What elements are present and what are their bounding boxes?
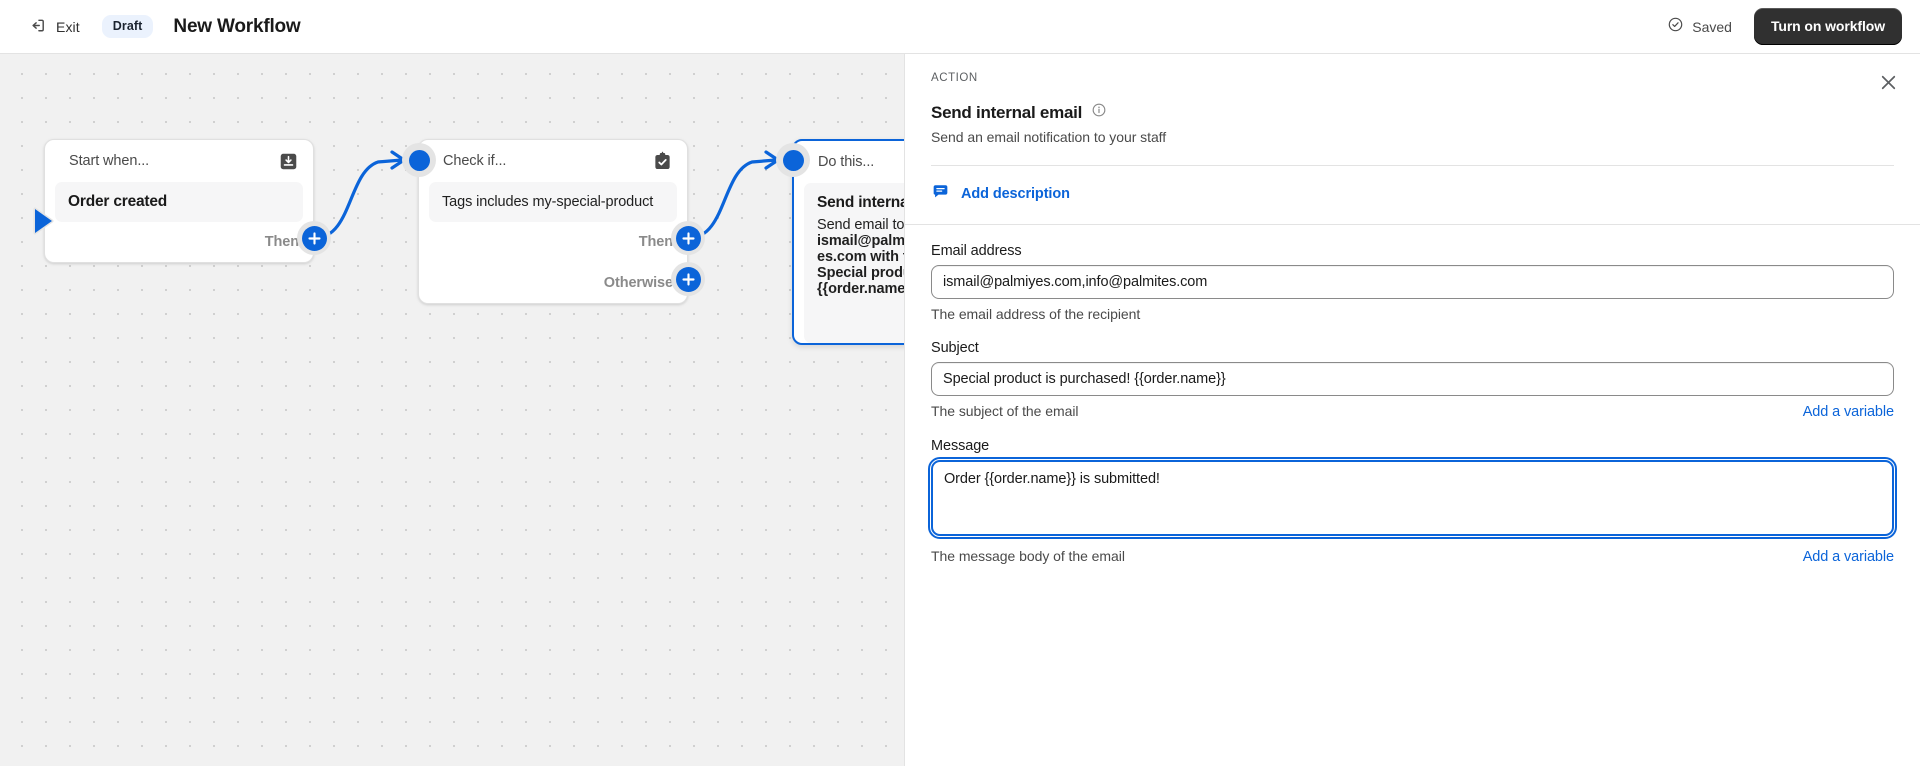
- turn-on-workflow-button[interactable]: Turn on workflow: [1753, 8, 1902, 45]
- plus-icon: [301, 225, 327, 251]
- info-circle-icon[interactable]: [1091, 102, 1107, 123]
- clipboard-check-icon: [652, 151, 673, 172]
- node-trigger-title: Start when...: [69, 153, 150, 169]
- node-trigger[interactable]: Start when... Order created Then: [44, 139, 314, 263]
- node-condition-title: Check if...: [443, 153, 507, 169]
- branch-label-then: Then: [264, 234, 299, 250]
- message-textarea[interactable]: [928, 457, 1897, 539]
- exit-button[interactable]: Exit: [20, 10, 88, 44]
- circle-node-icon: [408, 149, 430, 171]
- message-footer: The message body of the email Add a vari…: [931, 548, 1894, 565]
- panel-header: ACTION Send internal email Send an email…: [905, 54, 1920, 166]
- plus-icon: [675, 225, 701, 251]
- circle-node-icon: [782, 149, 804, 171]
- subject-input[interactable]: [931, 362, 1894, 396]
- panel-subtitle: Send an email notification to your staff: [931, 129, 1167, 145]
- page-title: New Workflow: [173, 15, 301, 37]
- action-settings-panel: ACTION Send internal email Send an email…: [904, 54, 1920, 766]
- email-address-help: The email address of the recipient: [931, 306, 1141, 322]
- top-bar-left: Exit Draft New Workflow: [20, 10, 301, 44]
- branch-label-otherwise: Otherwise: [603, 274, 673, 291]
- node-condition-branch-otherwise: Otherwise: [419, 262, 687, 303]
- subject-add-variable-link[interactable]: Add a variable: [1803, 404, 1894, 420]
- node-trigger-branch-then: Then: [45, 222, 313, 262]
- email-address-label: Email address: [931, 243, 1022, 259]
- message-label: Message: [931, 438, 990, 454]
- branch-label-then: Then: [638, 234, 673, 250]
- message-help: The message body of the email: [931, 548, 1125, 564]
- node-trigger-header: Start when...: [45, 140, 313, 182]
- saved-status: Saved: [1667, 16, 1732, 38]
- exit-label: Exit: [56, 18, 80, 35]
- add-step-button-trigger-then[interactable]: [297, 221, 331, 255]
- node-condition-body: Tags includes my-special-product: [429, 182, 677, 222]
- node-condition-branch-then: Then: [419, 222, 687, 262]
- panel-title-row: Send internal email: [931, 102, 1894, 123]
- message-add-variable-link[interactable]: Add a variable: [1803, 549, 1894, 565]
- download-box-icon: [278, 151, 299, 172]
- status-badge: Draft: [101, 15, 154, 38]
- subject-label: Subject: [931, 340, 979, 356]
- subject-footer: The subject of the email Add a variable: [931, 403, 1894, 420]
- panel-kicker: ACTION: [931, 72, 978, 84]
- field-message: Message The message body of the email Ad…: [928, 438, 1897, 565]
- node-action-title: Do this...: [818, 154, 875, 170]
- node-condition-body-text: Tags includes my-special-product: [442, 194, 654, 210]
- email-address-input[interactable]: [931, 265, 1894, 299]
- top-bar-right: Saved Turn on workflow: [1667, 8, 1902, 45]
- node-condition[interactable]: Check if... Tags includes my-special-pro…: [418, 139, 688, 304]
- panel-title: Send internal email: [931, 102, 1083, 122]
- panel-divider: [931, 165, 1894, 166]
- top-bar: Exit Draft New Workflow Saved Turn on wo…: [0, 0, 1920, 54]
- add-step-button-condition-then[interactable]: [671, 221, 705, 255]
- check-circle-icon: [1667, 16, 1684, 38]
- comment-icon: [931, 182, 950, 206]
- field-email-address: Email address The email address of the r…: [931, 243, 1894, 322]
- add-description-button[interactable]: Add description: [905, 166, 1096, 206]
- trigger-arrow-icon: [27, 204, 61, 238]
- node-trigger-body: Order created: [55, 182, 303, 222]
- node-action-handle: [776, 143, 810, 177]
- close-icon[interactable]: [1874, 68, 1902, 96]
- node-condition-header: Check if...: [419, 140, 687, 182]
- plus-icon: [675, 266, 701, 292]
- action-form: Email address The email address of the r…: [905, 225, 1920, 565]
- add-step-button-condition-otherwise[interactable]: [671, 262, 705, 296]
- exit-icon: [28, 16, 47, 38]
- add-description-label: Add description: [961, 186, 1070, 202]
- subject-help: The subject of the email: [931, 403, 1079, 419]
- email-address-footer: The email address of the recipient: [931, 306, 1894, 322]
- node-condition-handle: [402, 143, 436, 177]
- saved-label: Saved: [1692, 18, 1732, 35]
- node-trigger-body-title: Order created: [68, 193, 168, 210]
- field-subject: Subject The subject of the email Add a v…: [931, 340, 1894, 420]
